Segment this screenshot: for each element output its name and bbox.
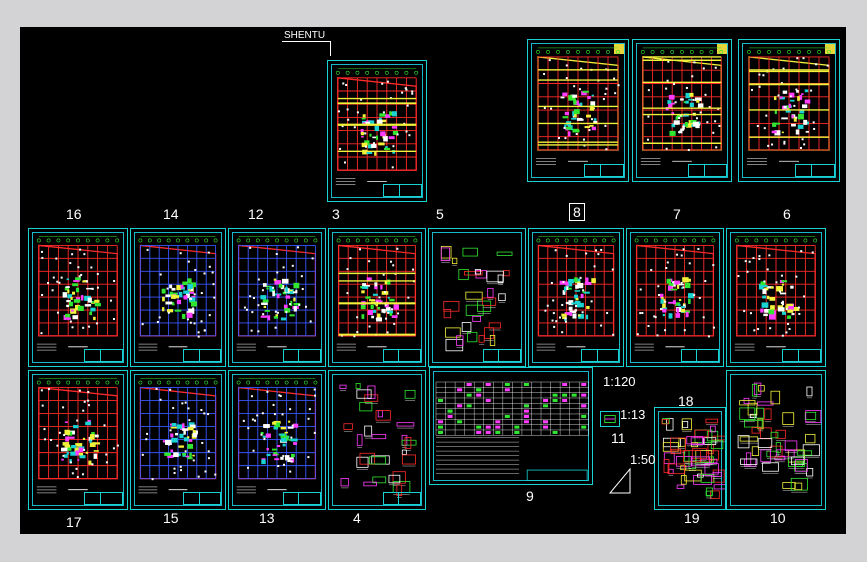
sheet-label-19: 19 — [684, 510, 700, 526]
sheet-label-3: 3 — [332, 206, 340, 222]
drawing-content — [747, 47, 831, 165]
sheet-4[interactable] — [328, 370, 426, 510]
sheet-label-9: 9 — [526, 488, 534, 504]
title-block — [795, 163, 835, 177]
sheet-label-14: 14 — [163, 206, 179, 222]
sheet-7[interactable] — [626, 228, 724, 367]
drawing-content — [36, 378, 120, 494]
drawing-content — [634, 236, 716, 351]
drawing-content — [536, 236, 616, 351]
sheet-label-12: 12 — [248, 206, 264, 222]
title-block — [282, 491, 321, 505]
leader-line — [282, 41, 331, 56]
title-block — [183, 349, 221, 362]
drawing-content — [661, 418, 725, 499]
drawing-content — [339, 383, 417, 498]
drawing-content — [435, 381, 589, 481]
sheet-label-6: 6 — [783, 206, 791, 222]
sheet-label-7: 7 — [673, 206, 681, 222]
sheet-15[interactable] — [130, 370, 226, 510]
title-block — [183, 491, 221, 505]
sheet-label-8: 8 — [569, 203, 585, 221]
drawing-content — [734, 236, 818, 351]
sheet-17[interactable] — [28, 370, 128, 510]
scale-label-1-120: 1:120 — [603, 374, 636, 389]
sheet-top-plan[interactable] — [327, 60, 427, 202]
sheet-label-11: 11 — [611, 430, 626, 446]
title-block — [584, 163, 624, 177]
sheet-label-18: 18 — [678, 393, 694, 409]
drawing-content — [236, 378, 318, 494]
scale-label-1-50: 1:50 — [630, 452, 656, 467]
drawing-content — [640, 47, 724, 165]
section-symbol-icon — [608, 467, 631, 494]
sheet-top-right-b[interactable] — [632, 39, 732, 182]
title-block — [83, 349, 123, 362]
sheet-10[interactable] — [726, 370, 826, 510]
label-shentu: SHENTU — [284, 30, 326, 41]
drawing-content — [336, 236, 418, 351]
title-block — [382, 491, 421, 505]
title-block — [680, 349, 719, 362]
title-block — [687, 163, 727, 177]
sheet-label-13: 13 — [259, 510, 275, 526]
drawing-content — [536, 47, 620, 165]
sheet-6[interactable] — [726, 228, 826, 367]
sheet-9[interactable] — [429, 367, 593, 485]
drawing-content — [737, 382, 822, 493]
title-block — [282, 349, 321, 362]
sheet-label-15: 15 — [163, 510, 179, 526]
sheet-label-10: 10 — [770, 510, 786, 526]
sheet-13[interactable] — [228, 370, 326, 510]
drawing-content — [36, 236, 120, 351]
sheet-11[interactable] — [600, 411, 620, 427]
sheet-label-16: 16 — [66, 206, 82, 222]
title-block — [581, 349, 619, 362]
sheet-8[interactable] — [528, 228, 624, 367]
sheet-5[interactable] — [428, 228, 526, 367]
sheet-12[interactable] — [228, 228, 326, 367]
sheet-16[interactable] — [28, 228, 128, 367]
sheet-14[interactable] — [130, 228, 226, 367]
title-block — [482, 349, 521, 362]
sheet-3[interactable] — [328, 228, 426, 367]
title-block — [382, 183, 422, 197]
title-block — [382, 349, 421, 362]
drawing-content — [440, 245, 513, 352]
sheet-label-5: 5 — [436, 206, 444, 222]
drawing-content — [138, 378, 218, 494]
drawing-content — [138, 236, 218, 351]
title-block — [83, 491, 123, 505]
sheet-top-right-a[interactable] — [527, 39, 629, 182]
sheet-top-right-c[interactable] — [738, 39, 840, 182]
sheet-18-19[interactable] — [654, 407, 726, 510]
sheet-label-17: 17 — [66, 514, 82, 530]
sheet-label-4: 4 — [353, 510, 361, 526]
cad-model-space[interactable]: SHENTU 16 14 12 3 5 8 7 6 1:120 1:13 1:5… — [20, 27, 846, 534]
scale-label-1-13: 1:13 — [620, 407, 646, 422]
drawing-content — [236, 236, 318, 351]
drawing-content — [335, 68, 419, 185]
title-block — [781, 349, 821, 362]
